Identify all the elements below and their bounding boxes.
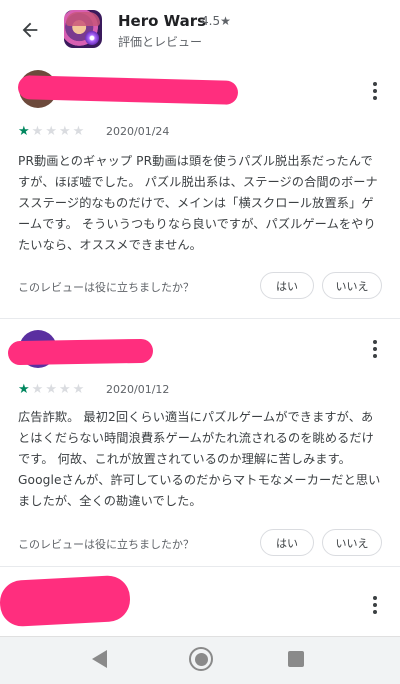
nav-back-triangle-icon[interactable] xyxy=(92,650,107,668)
nav-home-circle-icon[interactable] xyxy=(189,647,213,671)
system-nav-bar xyxy=(0,636,400,684)
redacted-reviewer-name xyxy=(0,574,132,628)
review-card xyxy=(0,0,400,636)
more-options-button[interactable] xyxy=(370,596,380,614)
more-vert-icon xyxy=(373,596,377,600)
nav-recents-square-icon[interactable] xyxy=(288,651,304,667)
